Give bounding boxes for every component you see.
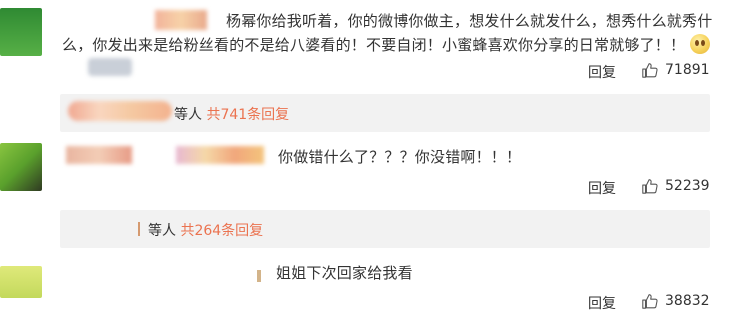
username-blurred[interactable] (155, 10, 207, 30)
blurred-avatars (138, 222, 140, 236)
like-button[interactable]: 38832 (641, 292, 710, 310)
comment-text-line-2-content: 么，你发出来是给粉丝看的不是给八婆看的！不要自闭！小蜜蜂喜欢你分享的日常就够了！… (62, 36, 686, 54)
blurred-avatars (68, 101, 172, 121)
reply-summary-1[interactable]: 等人 共741条回复 (60, 94, 710, 132)
thumbs-up-icon (642, 294, 658, 309)
avatar[interactable] (0, 266, 42, 298)
reply-count-link[interactable]: 共264条回复 (180, 223, 263, 239)
comment-text: 你做错什么了？？？你没错啊！！！ (278, 148, 522, 166)
reply-summary-text[interactable]: 等人 共741条回复 (174, 104, 289, 124)
username-blurred[interactable] (66, 146, 132, 164)
reply-summary-text[interactable]: 等人 共264条回复 (148, 220, 263, 240)
avatar[interactable] (0, 8, 42, 56)
reply-button[interactable]: 回复 (588, 62, 616, 82)
like-button[interactable]: 71891 (641, 61, 710, 79)
thumbs-up-icon (642, 63, 658, 78)
username-blurred-2 (176, 146, 264, 164)
thumbs-up-icon (642, 179, 658, 194)
reply-button[interactable]: 回复 (588, 178, 616, 198)
username-blurred[interactable] (257, 270, 261, 282)
like-count: 71891 (665, 62, 710, 78)
comment-text-line-1: 杨幂你给我听着，你的微博你做主，想发什么就发什么，想秀什么就秀什 (226, 12, 713, 30)
blurred-image (88, 58, 132, 76)
reply-button[interactable]: 回复 (588, 293, 616, 313)
pleading-face-icon (690, 34, 711, 54)
comment-text: 姐姐下次回家给我看 (276, 264, 413, 282)
reply-count-link[interactable]: 共741条回复 (206, 107, 289, 123)
avatar[interactable] (0, 143, 42, 191)
like-button[interactable]: 52239 (641, 177, 710, 195)
reply-summary-2[interactable]: 等人 共264条回复 (60, 210, 710, 248)
like-count: 38832 (665, 293, 710, 309)
comment-text-line-2: 么，你发出来是给粉丝看的不是给八婆看的！不要自闭！小蜜蜂喜欢你分享的日常就够了！… (62, 32, 711, 59)
like-count: 52239 (665, 178, 710, 194)
reply-summary-prefix: 等人 (174, 107, 202, 123)
reply-summary-prefix: 等人 (148, 223, 176, 239)
